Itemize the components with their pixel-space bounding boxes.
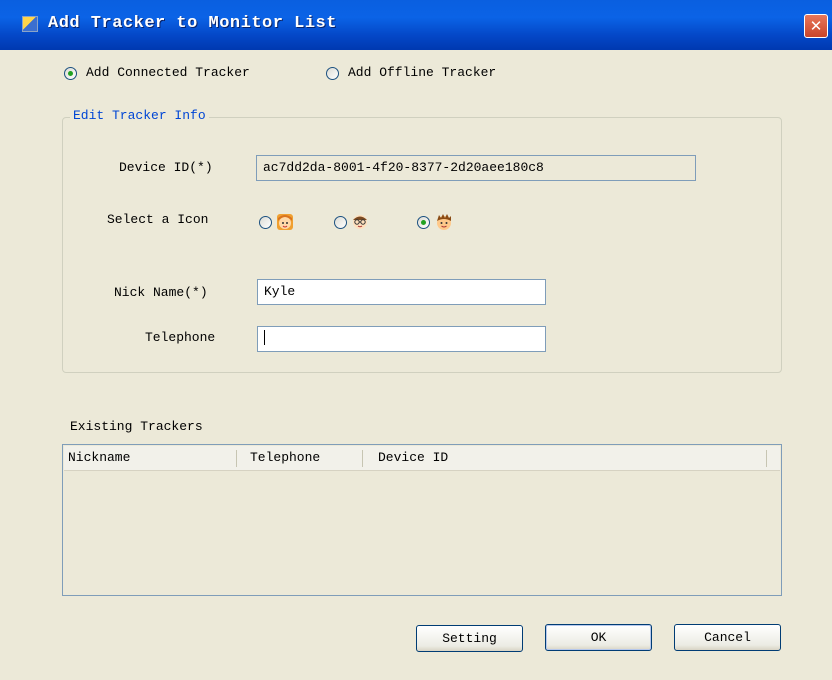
offline-tracker-radio[interactable] <box>326 67 339 80</box>
column-header-nickname[interactable]: Nickname <box>68 446 130 470</box>
window-title: Add Tracker to Monitor List <box>48 14 337 33</box>
icon-radio-girl[interactable] <box>259 216 272 229</box>
close-button[interactable]: ✕ <box>804 14 828 38</box>
existing-trackers-title: Existing Trackers <box>70 419 203 434</box>
cancel-button[interactable]: Cancel <box>674 624 781 651</box>
boy-face-icon[interactable] <box>435 213 453 231</box>
setting-button[interactable]: Setting <box>416 625 523 652</box>
list-header: Nickname Telephone Device ID <box>64 446 780 471</box>
column-header-device-id[interactable]: Device ID <box>378 446 448 470</box>
column-divider[interactable] <box>362 450 363 467</box>
edit-tracker-info-title: Edit Tracker Info <box>70 108 209 123</box>
telephone-label: Telephone <box>145 330 216 345</box>
nickname-input[interactable]: Kyle <box>257 279 546 305</box>
close-icon: ✕ <box>809 17 823 35</box>
connected-tracker-label[interactable]: Add Connected Tracker <box>86 65 250 80</box>
existing-trackers-list[interactable]: Nickname Telephone Device ID <box>62 444 782 596</box>
device-id-label: Device ID(*) <box>119 160 213 175</box>
connected-tracker-radio[interactable] <box>64 67 77 80</box>
column-divider[interactable] <box>236 450 237 467</box>
icon-radio-glasses[interactable] <box>334 216 347 229</box>
column-divider[interactable] <box>766 450 767 467</box>
device-id-field: ac7dd2da-8001-4f20-8377-2d20aee180c8 <box>256 155 696 181</box>
select-icon-label: Select a Icon <box>107 212 209 227</box>
column-header-telephone[interactable]: Telephone <box>250 446 320 470</box>
app-icon <box>22 16 38 32</box>
offline-tracker-label[interactable]: Add Offline Tracker <box>348 65 496 80</box>
telephone-input[interactable] <box>257 326 546 352</box>
title-bar: Add Tracker to Monitor List ✕ <box>0 0 832 50</box>
glasses-face-icon[interactable] <box>351 213 369 231</box>
ok-button[interactable]: OK <box>545 624 652 651</box>
nickname-label: Nick Name(*) <box>114 285 208 300</box>
text-caret <box>264 330 265 345</box>
icon-radio-boy[interactable] <box>417 216 430 229</box>
girl-face-icon[interactable] <box>276 213 294 231</box>
